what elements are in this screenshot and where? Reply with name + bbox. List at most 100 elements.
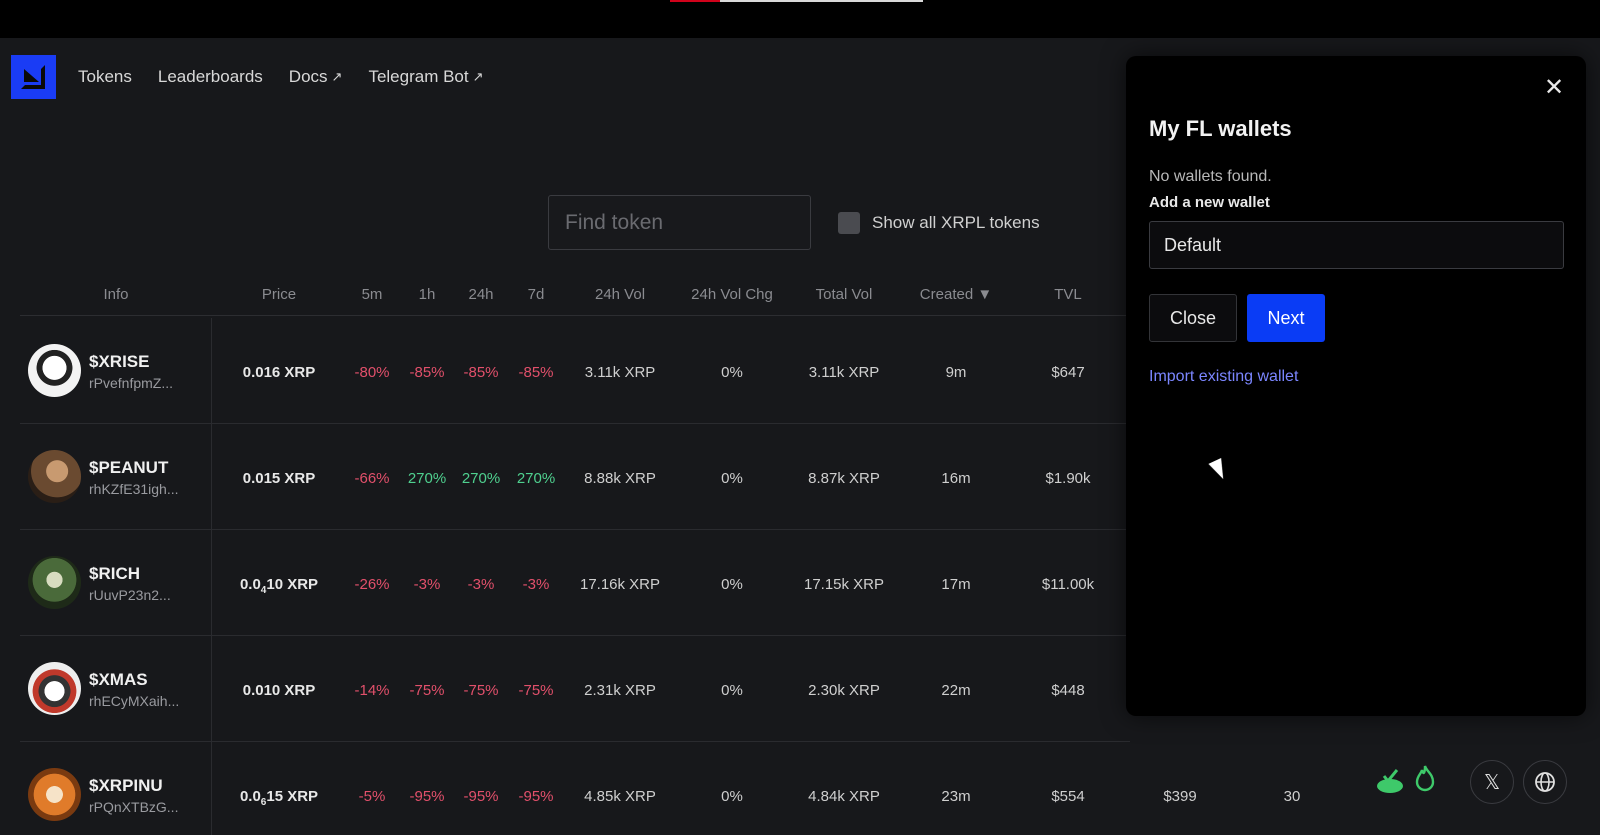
nav-tokens[interactable]: Tokens [78, 67, 132, 87]
header-24h[interactable]: 24h [468, 286, 493, 303]
change-7d: -85% [518, 364, 554, 381]
import-wallet-link[interactable]: Import existing wallet [1149, 368, 1298, 386]
token-avatar [28, 662, 81, 715]
token-address: rUuvP23n2... [89, 587, 171, 603]
close-icon[interactable]: ✕ [1542, 76, 1566, 100]
wallet-name-input[interactable] [1149, 221, 1564, 269]
vol-change: 0% [721, 682, 743, 699]
change-5m: -66% [354, 470, 390, 487]
token-symbol: $PEANUT [89, 458, 169, 477]
tvl: $1.90k [1045, 470, 1091, 487]
vol-24h: 8.88k XRP [584, 470, 656, 487]
change-7d: -3% [522, 576, 550, 593]
token-avatar [28, 344, 81, 397]
token-price: 0.015 XRP [242, 470, 316, 487]
change-24h: 270% [461, 470, 501, 487]
table-row[interactable]: $XRISE rPvefnfpmZ... 0.016 XRP -80% -85%… [20, 318, 1130, 424]
external-link-icon: ↗ [472, 69, 484, 84]
add-wallet-label: Add a new wallet [1149, 194, 1270, 211]
globe-icon[interactable] [1523, 760, 1567, 804]
header-created[interactable]: Created ▼ [920, 286, 992, 303]
tvl: $647 [1051, 364, 1085, 381]
change-5m: -26% [354, 576, 390, 593]
change-24h: -85% [463, 364, 499, 381]
token-avatar [28, 768, 81, 821]
token-avatar [28, 556, 81, 609]
top-nav: Tokens Leaderboards Docs ↗ Telegram Bot ↗ [11, 55, 510, 99]
table-row[interactable]: $PEANUT rhKZfE31igh... 0.015 XRP -66% 27… [20, 424, 1130, 530]
table-row[interactable]: $XRPINU rPQnXTBzG... 0.0615 XRP -5% -95%… [20, 742, 1600, 835]
show-all-checkbox[interactable] [838, 212, 860, 234]
nav-docs[interactable]: Docs ↗ [289, 67, 343, 87]
show-all-label: Show all XRPL tokens [872, 213, 1040, 232]
created-age: 16m [941, 470, 971, 487]
table-header: Info Price 5m 1h 24h 7d 24h Vol 24h Vol … [20, 286, 1130, 316]
token-price: 0.0615 XRP [239, 788, 319, 808]
holders-value: $399 [1163, 788, 1197, 805]
table-row[interactable]: $XMAS rhECyMXaih... 0.010 XRP -14% -75% … [20, 636, 1130, 742]
change-1h: 270% [407, 470, 447, 487]
created-age: 23m [941, 788, 971, 805]
vol-change: 0% [721, 364, 743, 381]
header-total-vol[interactable]: Total Vol [816, 286, 873, 303]
external-link-icon: ↗ [331, 69, 343, 84]
nav-telegram-bot[interactable]: Telegram Bot ↗ [368, 67, 483, 87]
created-age: 17m [941, 576, 971, 593]
vol-change: 0% [721, 576, 743, 593]
token-info-cell: $XMAS rhECyMXaih... [20, 636, 212, 742]
vol-24h: 3.11k XRP [584, 364, 656, 381]
token-info-cell: $PEANUT rhKZfE31igh... [20, 424, 212, 530]
token-symbol: $XRISE [89, 352, 150, 371]
table-row[interactable]: $RICH rUuvP23n2... 0.0410 XRP -26% -3% -… [20, 530, 1130, 636]
close-button[interactable]: Close [1149, 294, 1237, 342]
leaf-icon [1377, 769, 1403, 793]
tvl: $11.00k [1041, 576, 1095, 593]
token-address: rhECyMXaih... [89, 693, 180, 709]
token-info-cell: $XRISE rPvefnfpmZ... [20, 318, 212, 424]
vol-24h: 4.85k XRP [584, 788, 656, 805]
change-7d: 270% [516, 470, 556, 487]
change-1h: -95% [409, 788, 445, 805]
change-5m: -14% [354, 682, 390, 699]
vol-change: 0% [721, 470, 743, 487]
fire-icon [1415, 765, 1435, 792]
change-24h: -75% [463, 682, 499, 699]
header-1h[interactable]: 1h [419, 286, 436, 303]
header-info: Info [103, 286, 129, 303]
change-1h: -75% [409, 682, 445, 699]
change-24h: -95% [463, 788, 499, 805]
change-5m: -80% [354, 364, 390, 381]
no-wallets-message: No wallets found. [1149, 168, 1272, 185]
globe-glyph [1535, 772, 1555, 792]
next-button[interactable]: Next [1247, 294, 1325, 342]
nav-leaderboards[interactable]: Leaderboards [158, 67, 263, 87]
find-token-input[interactable] [548, 195, 811, 250]
token-avatar [28, 450, 81, 503]
app-logo[interactable] [11, 55, 56, 99]
show-all-xrpl-toggle[interactable]: Show all XRPL tokens [838, 212, 1040, 234]
token-symbol: $XRPINU [89, 776, 163, 795]
total-vol: 4.84k XRP [808, 788, 880, 805]
change-24h: -3% [467, 576, 495, 593]
x-twitter-icon[interactable]: 𝕏 [1470, 760, 1514, 804]
total-vol: 3.11k XRP [808, 364, 880, 381]
change-7d: -95% [518, 788, 554, 805]
header-5m[interactable]: 5m [362, 286, 383, 303]
token-price: 0.010 XRP [242, 682, 316, 699]
vol-24h: 17.16k XRP [579, 576, 661, 593]
token-info-cell: $XRPINU rPQnXTBzG... [20, 742, 212, 835]
vol-24h: 2.31k XRP [584, 682, 656, 699]
change-1h: -3% [413, 576, 441, 593]
vol-change: 0% [721, 788, 743, 805]
token-address: rPvefnfpmZ... [89, 375, 174, 391]
total-vol: 17.15k XRP [803, 576, 885, 593]
header-tvl[interactable]: TVL [1054, 286, 1082, 303]
change-7d: -75% [518, 682, 554, 699]
token-address: rPQnXTBzG... [89, 799, 179, 815]
header-price[interactable]: Price [262, 286, 296, 303]
header-24h-vol[interactable]: 24h Vol [595, 286, 645, 303]
header-24h-vol-chg[interactable]: 24h Vol Chg [691, 286, 773, 303]
header-7d[interactable]: 7d [528, 286, 545, 303]
modal-title: My FL wallets [1149, 116, 1292, 141]
token-address: rhKZfE31igh... [89, 481, 179, 497]
